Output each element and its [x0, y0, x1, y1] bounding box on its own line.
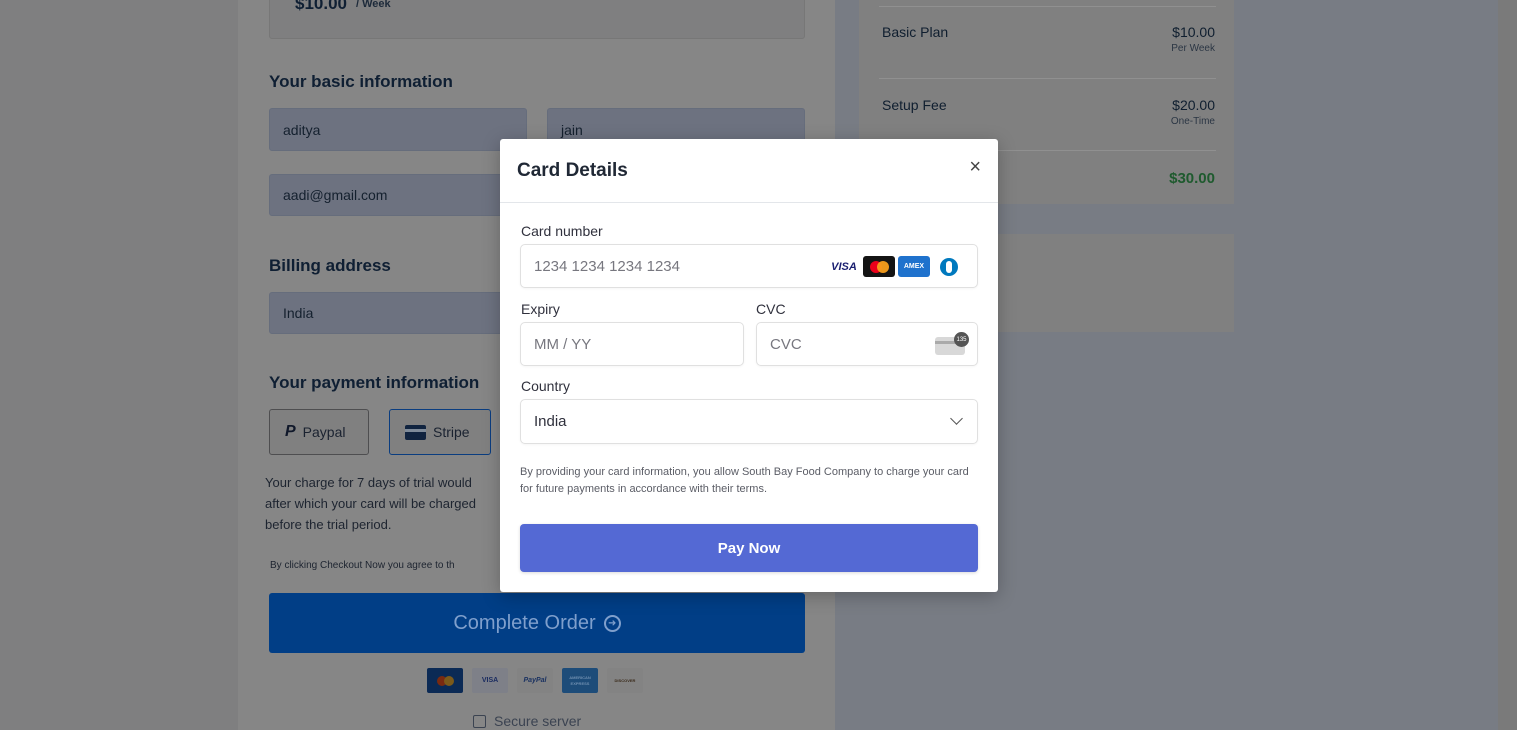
country-select[interactable]: India	[520, 399, 978, 444]
expiry-label: Expiry	[521, 301, 560, 317]
summary-divider	[879, 6, 1216, 7]
card-brand-icons: VISA AMEX	[828, 256, 965, 277]
paypal-option-button[interactable]: P Paypal	[269, 409, 369, 455]
amex-logo: AMERICAN EXPRESS	[562, 668, 598, 693]
modal-header: Card Details ×	[500, 139, 998, 203]
card-number-input[interactable]: 1234 1234 1234 1234 VISA AMEX	[520, 244, 978, 288]
secure-server-label: Secure server	[494, 713, 582, 729]
summary-row-label: Setup Fee	[882, 97, 947, 113]
visa-logo: VISA	[472, 668, 508, 693]
diners-icon	[933, 256, 965, 277]
plan-card: $10.00 / Week	[269, 0, 805, 39]
modal-title: Card Details	[517, 160, 628, 181]
close-icon[interactable]: ×	[969, 157, 981, 177]
stripe-option-label: Stripe	[433, 424, 470, 440]
plan-price: $10.00	[295, 0, 347, 13]
summary-total: $30.00	[1169, 170, 1215, 187]
amex-icon: AMEX	[898, 256, 930, 277]
complete-order-label: Complete Order	[453, 611, 596, 634]
cvc-placeholder: CVC	[770, 335, 802, 353]
card-details-modal: Card Details × Card number 1234 1234 123…	[500, 139, 998, 592]
card-terms-text: By providing your card information, you …	[520, 466, 969, 495]
discover-logo: DISCOVER	[607, 668, 643, 693]
complete-order-button[interactable]: Complete Order ➜	[269, 593, 805, 653]
summary-row-basic-plan: Basic Plan $10.00 Per Week	[882, 24, 1215, 54]
cvc-input[interactable]: CVC 135	[756, 322, 978, 366]
trial-notice-line-3: before the trial period.	[265, 517, 392, 532]
cvc-card-icon-number: 135	[954, 332, 969, 347]
summary-row-amount: $10.00	[1172, 24, 1215, 40]
card-number-label: Card number	[521, 223, 603, 239]
trial-notice-line-1: Your charge for 7 days of trial would	[265, 475, 472, 490]
visa-icon: VISA	[831, 260, 857, 273]
amex-icon-label: AMEX	[903, 263, 925, 270]
checkout-agreement-text: By clicking Checkout Now you agree to th	[270, 560, 455, 571]
summary-divider	[879, 78, 1216, 79]
country-select-value: India	[534, 413, 567, 430]
page-right-margin	[1498, 0, 1517, 730]
card-number-placeholder: 1234 1234 1234 1234	[534, 257, 680, 275]
stripe-option-button[interactable]: Stripe	[389, 409, 491, 455]
summary-row-setup-fee: Setup Fee $20.00 One-Time	[882, 97, 1215, 127]
first-name-field[interactable]: aditya	[269, 108, 527, 151]
lock-icon	[473, 714, 486, 728]
paypal-logo: PayPal	[517, 668, 553, 693]
billing-heading: Billing address	[269, 256, 391, 275]
basic-info-heading: Your basic information	[269, 72, 453, 91]
summary-row-sub: Per Week	[1171, 43, 1215, 54]
country-label: Country	[521, 378, 571, 394]
mastercard-logo	[427, 668, 463, 693]
summary-row-sub: One-Time	[1170, 116, 1215, 127]
arrow-circle-right-icon: ➜	[603, 614, 621, 632]
credit-card-icon	[405, 424, 426, 440]
trial-notice-line-2: after which your card will be charged	[265, 496, 476, 511]
summary-row-label: Basic Plan	[882, 24, 949, 40]
accepted-payment-logos: VISA PayPal AMERICAN EXPRESS DISCOVER	[427, 668, 643, 693]
cvc-card-icon: 135	[935, 332, 969, 355]
paypal-option-label: Paypal	[302, 424, 346, 440]
cvc-label: CVC	[756, 301, 786, 317]
secure-server-note: Secure server	[473, 713, 581, 729]
chevron-down-icon	[950, 412, 963, 425]
payment-heading: Your payment information	[269, 373, 480, 392]
expiry-input[interactable]: MM / YY	[520, 322, 744, 366]
summary-row-amount: $20.00	[1172, 97, 1215, 113]
paypal-icon: P	[285, 423, 296, 440]
pay-now-button[interactable]: Pay Now	[520, 524, 978, 572]
expiry-placeholder: MM / YY	[534, 335, 592, 353]
plan-unit: / Week	[356, 0, 391, 10]
mastercard-icon	[863, 256, 895, 277]
